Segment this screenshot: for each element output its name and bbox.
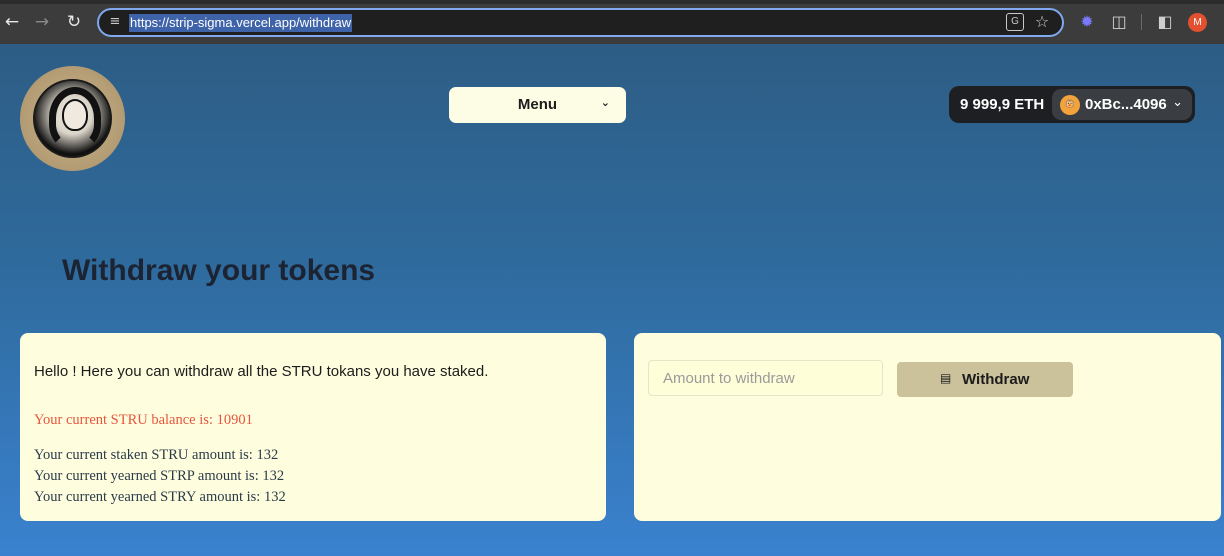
- staking-info-card: Hello ! Here you can withdraw all the ST…: [20, 333, 606, 521]
- page-title: Withdraw your tokens: [62, 254, 376, 287]
- reload-icon[interactable]: ↻: [62, 10, 86, 34]
- stry-amount-text: Your current yearned STRY amount is: 132: [34, 489, 286, 505]
- logo-face: [62, 99, 88, 131]
- wallet-balance[interactable]: 9 999,9 ETH: [960, 96, 1044, 113]
- account-avatar-icon: 🐵: [1060, 95, 1080, 115]
- wallet-address: 0xBc...4096: [1085, 96, 1167, 113]
- withdraw-button[interactable]: ▤ Withdraw: [897, 362, 1073, 397]
- address-url[interactable]: https://strip-sigma.vercel.app/withdraw: [129, 14, 353, 32]
- intro-text: Hello ! Here you can withdraw all the ST…: [34, 363, 489, 380]
- translate-icon[interactable]: G: [1006, 13, 1024, 31]
- profile-avatar[interactable]: M: [1188, 13, 1207, 32]
- strp-amount-text: Your current yearned STRP amount is: 132: [34, 468, 285, 484]
- withdraw-label: Withdraw: [962, 371, 1030, 388]
- amount-input[interactable]: [648, 360, 883, 396]
- wallet-account-button[interactable]: 🐵 0xBc...4096 ⌄: [1052, 89, 1192, 120]
- star-icon[interactable]: ☆: [1032, 12, 1052, 32]
- stru-balance-text: Your current STRU balance is: 10901: [34, 412, 253, 428]
- staked-amount-text: Your current staken STRU amount is: 132: [34, 447, 279, 463]
- logo-portrait: [33, 79, 112, 158]
- money-icon: ▤: [940, 371, 952, 385]
- chevron-down-icon: ⌄: [1172, 95, 1183, 110]
- gear-icon[interactable]: ✹: [1076, 11, 1098, 33]
- address-bar[interactable]: ≡ https://strip-sigma.vercel.app/withdra…: [97, 8, 1064, 37]
- wallet-widget: 9 999,9 ETH 🐵 0xBc...4096 ⌄: [949, 86, 1195, 123]
- tune-icon[interactable]: ≡: [106, 13, 124, 31]
- browser-toolbar: ← → ↻ ≡ https://strip-sigma.vercel.app/w…: [0, 0, 1224, 44]
- chevron-down-icon: ⌄: [600, 96, 610, 109]
- toolbar-separator: [1141, 14, 1142, 30]
- side-panel-icon[interactable]: ◧: [1154, 11, 1176, 33]
- withdraw-form-card: ▤ Withdraw: [634, 333, 1221, 521]
- menu-dropdown-button[interactable]: Menu ⌄: [449, 87, 626, 123]
- puzzle-icon[interactable]: ◫: [1108, 11, 1130, 33]
- back-arrow-icon[interactable]: ←: [0, 10, 24, 34]
- forward-arrow-icon[interactable]: →: [30, 10, 54, 34]
- tab-strip: [0, 0, 1224, 4]
- page-content: Menu ⌄ 9 999,9 ETH 🐵 0xBc...4096 ⌄ Withd…: [0, 44, 1224, 556]
- site-logo[interactable]: [20, 66, 125, 171]
- menu-label: Menu: [517, 96, 558, 113]
